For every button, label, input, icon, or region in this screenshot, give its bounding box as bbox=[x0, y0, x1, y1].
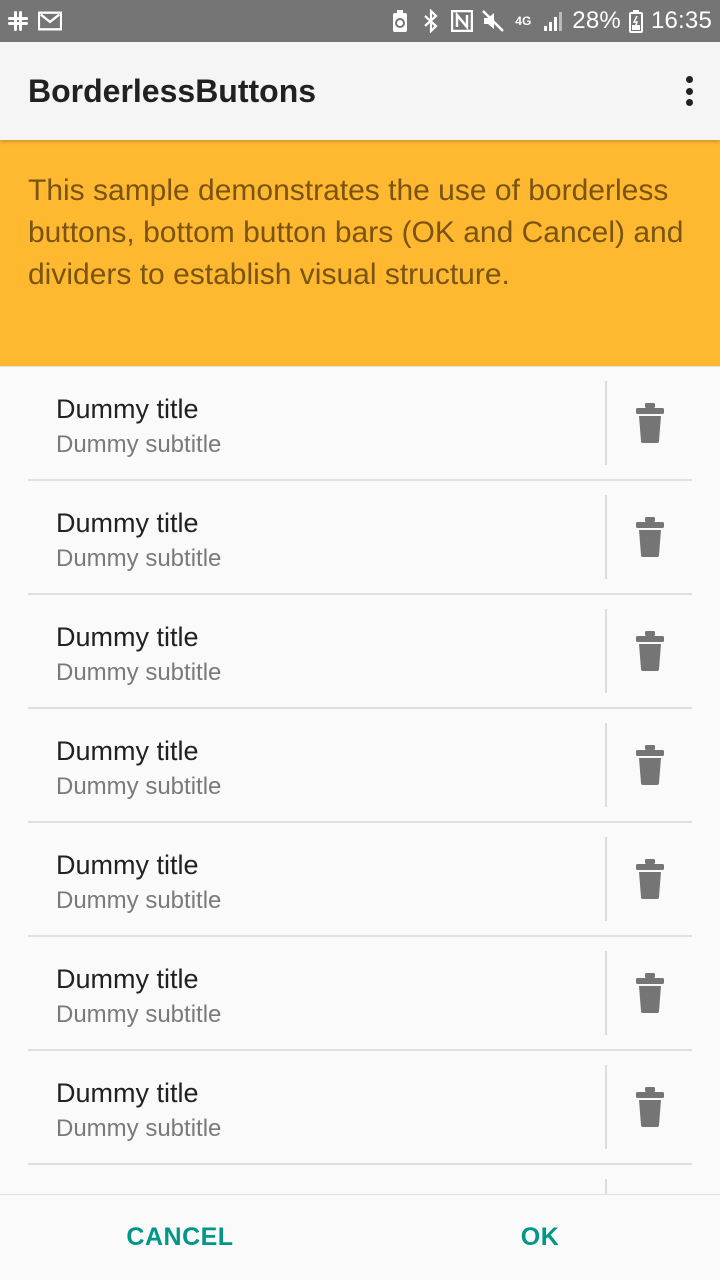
trash-icon bbox=[636, 1087, 664, 1127]
item-subtitle: Dummy subtitle bbox=[56, 773, 222, 800]
item-title: Dummy title bbox=[56, 622, 199, 652]
list-item[interactable]: Dummy title Dummy subtitle bbox=[0, 709, 720, 823]
signal-icon bbox=[541, 9, 565, 33]
button-bar: CANCEL OK bbox=[0, 1194, 720, 1280]
delete-button[interactable] bbox=[628, 855, 672, 903]
app-bar: BorderlessButtons bbox=[0, 42, 720, 140]
list-item[interactable]: Dummy title Dummy subtitle bbox=[0, 367, 720, 481]
list-item[interactable]: Dummy title Dummy subtitle bbox=[0, 1051, 720, 1165]
item-text: Dummy title Dummy subtitle bbox=[56, 961, 221, 1033]
gmail-icon bbox=[38, 9, 62, 33]
vertical-divider bbox=[605, 837, 607, 921]
trash-icon bbox=[636, 859, 664, 899]
item-subtitle: Dummy subtitle bbox=[56, 887, 222, 914]
battery-percent: 28% bbox=[572, 7, 621, 34]
mute-icon bbox=[481, 9, 505, 33]
item-subtitle: Dummy subtitle bbox=[56, 545, 222, 572]
battery-saver-icon bbox=[388, 9, 412, 33]
delete-button[interactable] bbox=[628, 741, 672, 789]
list-item-partial[interactable] bbox=[0, 1165, 720, 1194]
cancel-button[interactable]: CANCEL bbox=[0, 1195, 360, 1280]
nfc-icon bbox=[450, 9, 474, 33]
item-subtitle: Dummy subtitle bbox=[56, 1115, 222, 1142]
intro-banner: This sample demonstrates the use of bord… bbox=[0, 140, 720, 366]
list-item[interactable]: Dummy title Dummy subtitle bbox=[0, 823, 720, 937]
trash-icon bbox=[636, 973, 664, 1013]
trash-icon bbox=[636, 631, 664, 671]
item-text: Dummy title Dummy subtitle bbox=[56, 505, 221, 577]
battery-charging-icon bbox=[628, 9, 644, 33]
vertical-divider bbox=[605, 609, 607, 693]
delete-button[interactable] bbox=[628, 399, 672, 447]
item-text: Dummy title Dummy subtitle bbox=[56, 619, 221, 691]
vertical-divider bbox=[605, 1179, 607, 1194]
vertical-divider bbox=[605, 495, 607, 579]
item-text: Dummy title Dummy subtitle bbox=[56, 733, 221, 805]
list-item[interactable]: Dummy title Dummy subtitle bbox=[0, 481, 720, 595]
4g-lte-icon: 4G bbox=[515, 14, 532, 28]
item-title: Dummy title bbox=[56, 394, 199, 424]
item-subtitle: Dummy subtitle bbox=[56, 431, 222, 458]
intro-text: This sample demonstrates the use of bord… bbox=[28, 174, 684, 291]
item-subtitle: Dummy subtitle bbox=[56, 659, 222, 686]
overflow-menu-icon[interactable] bbox=[680, 76, 698, 106]
item-text: Dummy title Dummy subtitle bbox=[56, 1075, 221, 1147]
item-title: Dummy title bbox=[56, 850, 199, 880]
vertical-divider bbox=[605, 1065, 607, 1149]
delete-button[interactable] bbox=[628, 513, 672, 561]
trash-icon bbox=[636, 745, 664, 785]
slack-icon bbox=[6, 9, 30, 33]
trash-icon bbox=[636, 517, 664, 557]
ok-button[interactable]: OK bbox=[360, 1195, 720, 1280]
item-title: Dummy title bbox=[56, 508, 199, 538]
item-title: Dummy title bbox=[56, 1078, 199, 1108]
bluetooth-icon bbox=[419, 9, 443, 33]
item-subtitle: Dummy subtitle bbox=[56, 1001, 222, 1028]
item-title: Dummy title bbox=[56, 964, 199, 994]
delete-button[interactable] bbox=[628, 627, 672, 675]
app-title: BorderlessButtons bbox=[28, 72, 317, 109]
item-text: Dummy title Dummy subtitle bbox=[56, 847, 221, 919]
clock: 16:35 bbox=[650, 7, 712, 34]
delete-button[interactable] bbox=[628, 1083, 672, 1131]
item-list[interactable]: Dummy title Dummy subtitle Dummy title D… bbox=[0, 366, 720, 1194]
list-item[interactable]: Dummy title Dummy subtitle bbox=[0, 595, 720, 709]
vertical-divider bbox=[605, 381, 607, 465]
delete-button[interactable] bbox=[628, 969, 672, 1017]
item-text: Dummy title Dummy subtitle bbox=[56, 391, 221, 463]
list-item[interactable]: Dummy title Dummy subtitle bbox=[0, 937, 720, 1051]
vertical-divider bbox=[605, 723, 607, 807]
trash-icon bbox=[636, 403, 664, 443]
status-bar: 4G 28% 16:35 bbox=[0, 0, 720, 42]
vertical-divider bbox=[605, 951, 607, 1035]
item-title: Dummy title bbox=[56, 736, 199, 766]
